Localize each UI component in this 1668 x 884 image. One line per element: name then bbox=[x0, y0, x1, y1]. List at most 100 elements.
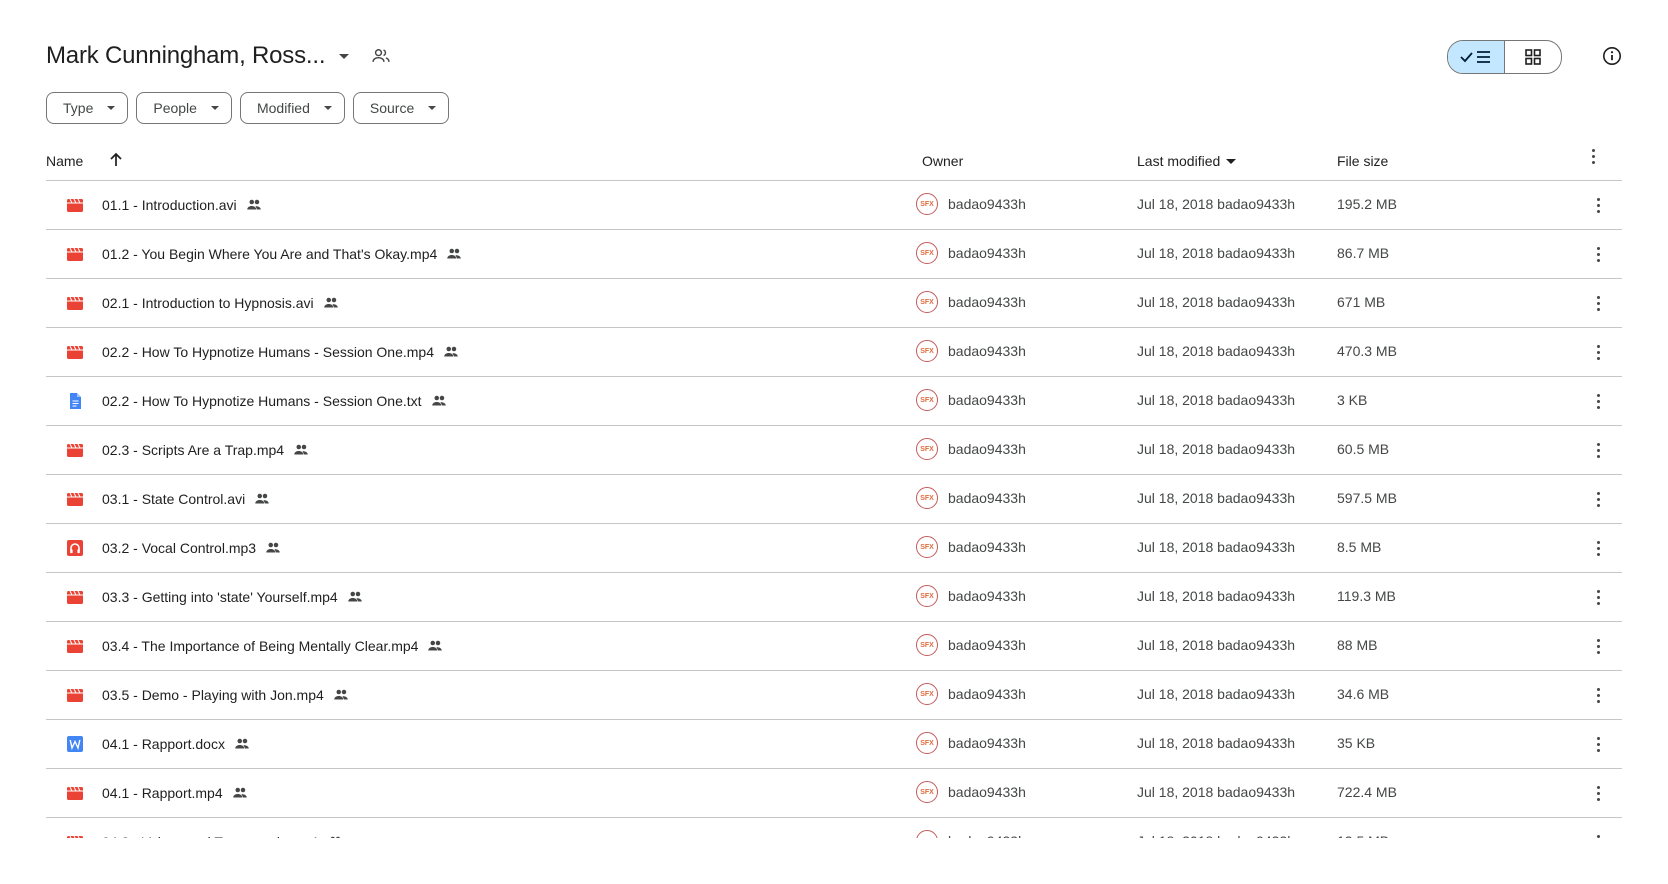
grid-view-button[interactable] bbox=[1505, 41, 1561, 73]
column-file-size[interactable]: File size bbox=[1337, 153, 1388, 169]
row-more-actions-button[interactable] bbox=[1586, 830, 1610, 838]
file-row[interactable]: 04.1 - Rapport.docx SFX badao9433h Jul 18, … bbox=[46, 720, 1622, 769]
manage-people-icon[interactable] bbox=[371, 46, 391, 66]
file-row[interactable]: 01.2 - You Begin Where You Are and That'… bbox=[46, 230, 1622, 279]
file-name-cell: 03.4 - The Importance of Being Mentally … bbox=[102, 637, 444, 655]
owner-name: badao9433h bbox=[948, 686, 1026, 702]
video-file-icon bbox=[66, 686, 84, 704]
folder-title[interactable]: Mark Cunningham, Ross... bbox=[46, 42, 326, 70]
file-row[interactable]: 03.4 - The Importance of Being Mentally … bbox=[46, 622, 1622, 671]
file-name-cell: 01.2 - You Begin Where You Are and That'… bbox=[102, 245, 463, 263]
file-name: 01.2 - You Begin Where You Are and That'… bbox=[102, 246, 438, 262]
row-more-actions-button[interactable] bbox=[1586, 683, 1610, 707]
file-row[interactable]: 02.3 - Scripts Are a Trap.mp4 SFX badao943… bbox=[46, 426, 1622, 475]
folder-title-group: Mark Cunningham, Ross... bbox=[46, 42, 391, 70]
owner-name: badao9433h bbox=[948, 392, 1026, 408]
sort-ascending-arrow-icon[interactable] bbox=[106, 150, 126, 170]
row-more-actions-button[interactable] bbox=[1586, 536, 1610, 560]
shared-people-icon bbox=[442, 343, 460, 361]
file-list-header: Name Owner Last modified File size bbox=[46, 142, 1622, 181]
last-modified: Jul 18, 2018 badao9433h bbox=[1137, 686, 1296, 702]
file-size: 195.2 MB bbox=[1337, 196, 1397, 212]
row-more-actions-button[interactable] bbox=[1586, 781, 1610, 805]
row-more-actions-button[interactable] bbox=[1586, 389, 1610, 413]
file-row[interactable]: 02.2 - How To Hypnotize Humans - Session… bbox=[46, 328, 1622, 377]
column-owner[interactable]: Owner bbox=[922, 153, 963, 169]
row-more-actions-button[interactable] bbox=[1586, 732, 1610, 756]
row-more-actions-button[interactable] bbox=[1586, 291, 1610, 315]
shared-people-icon bbox=[264, 539, 282, 557]
owner-name: badao9433h bbox=[948, 539, 1026, 555]
file-size: 88 MB bbox=[1337, 637, 1378, 653]
file-rows: 01.1 - Introduction.avi SFX badao9433h Jul … bbox=[46, 181, 1622, 838]
filter-people-chip[interactable]: People bbox=[136, 92, 232, 124]
folder-menu-caret-icon[interactable] bbox=[339, 53, 350, 59]
file-row[interactable]: 03.2 - Vocal Control.mp3 SFX badao9433h Jul… bbox=[46, 524, 1622, 573]
file-row[interactable]: 04.1 - Rapport.mp4 SFX badao9433h Jul 18, 2… bbox=[46, 769, 1622, 818]
file-row[interactable]: 04.2 - Values and Transwords.mp4 SFX badao… bbox=[46, 818, 1622, 838]
shared-people-icon bbox=[430, 392, 448, 410]
more-vert-icon bbox=[1596, 785, 1600, 801]
last-modified: Jul 18, 2018 badao9433h bbox=[1137, 441, 1296, 457]
column-options-button[interactable] bbox=[1592, 149, 1595, 164]
owner-name: badao9433h bbox=[948, 196, 1026, 212]
file-name: 01.1 - Introduction.avi bbox=[102, 197, 237, 213]
file-row[interactable]: 03.5 - Demo - Playing with Jon.mp4 SFX bad… bbox=[46, 671, 1622, 720]
more-vert-icon bbox=[1596, 540, 1600, 556]
chevron-down-icon bbox=[428, 106, 437, 110]
owner-name: badao9433h bbox=[948, 441, 1026, 457]
owner-avatar: SFX bbox=[916, 438, 938, 460]
file-size: 35 KB bbox=[1337, 735, 1376, 751]
shared-people-icon bbox=[231, 784, 249, 802]
file-name-cell: 03.1 - State Control.avi bbox=[102, 490, 271, 508]
chip-label: Type bbox=[63, 100, 94, 116]
video-file-icon bbox=[66, 637, 84, 655]
file-name: 03.5 - Demo - Playing with Jon.mp4 bbox=[102, 687, 324, 703]
file-row[interactable]: 02.1 - Introduction to Hypnosis.avi SFX ba… bbox=[46, 279, 1622, 328]
file-name: 02.2 - How To Hypnotize Humans - Session… bbox=[102, 344, 435, 360]
file-row[interactable]: 03.1 - State Control.avi SFX badao9433h Jul… bbox=[46, 475, 1622, 524]
row-more-actions-button[interactable] bbox=[1586, 585, 1610, 609]
details-info-button[interactable] bbox=[1596, 40, 1628, 72]
more-vert-icon bbox=[1596, 197, 1600, 213]
file-name-cell: 03.2 - Vocal Control.mp3 bbox=[102, 539, 282, 557]
list-view-button[interactable] bbox=[1448, 41, 1505, 73]
chip-label: People bbox=[153, 100, 197, 116]
column-last-modified[interactable]: Last modified bbox=[1137, 153, 1237, 169]
video-file-icon bbox=[66, 784, 84, 802]
last-modified: Jul 18, 2018 badao9433h bbox=[1137, 490, 1296, 506]
row-more-actions-button[interactable] bbox=[1586, 340, 1610, 364]
owner-avatar: SFX bbox=[916, 389, 938, 411]
video-file-icon bbox=[66, 833, 84, 838]
file-row[interactable]: 01.1 - Introduction.avi SFX badao9433h Jul … bbox=[46, 181, 1622, 230]
info-icon bbox=[1603, 47, 1621, 65]
last-modified: Jul 18, 2018 badao9433h bbox=[1137, 539, 1296, 555]
owner-avatar: SFX bbox=[916, 732, 938, 754]
file-name-cell: 04.2 - Values and Transwords.mp4 bbox=[102, 833, 344, 838]
owner-name: badao9433h bbox=[948, 294, 1026, 310]
owner-avatar: SFX bbox=[916, 193, 938, 215]
shared-people-icon bbox=[233, 735, 251, 753]
column-name[interactable]: Name bbox=[46, 153, 83, 169]
row-more-actions-button[interactable] bbox=[1586, 438, 1610, 462]
shared-people-icon bbox=[326, 833, 344, 838]
filter-type-chip[interactable]: Type bbox=[46, 92, 129, 124]
row-more-actions-button[interactable] bbox=[1586, 634, 1610, 658]
owner-name: badao9433h bbox=[948, 343, 1026, 359]
more-vert-icon bbox=[1596, 638, 1600, 654]
file-row[interactable]: 02.2 - How To Hypnotize Humans - Session… bbox=[46, 377, 1622, 426]
file-size: 8.5 MB bbox=[1337, 539, 1382, 555]
file-row[interactable]: 03.3 - Getting into 'state' Yourself.mp4… bbox=[46, 573, 1622, 622]
owner-avatar: SFX bbox=[916, 683, 938, 705]
chip-label: Source bbox=[369, 100, 415, 116]
owner-avatar: SFX bbox=[916, 536, 938, 558]
filter-modified-chip[interactable]: Modified bbox=[239, 92, 345, 124]
file-name-cell: 01.1 - Introduction.avi bbox=[102, 196, 263, 214]
row-more-actions-button[interactable] bbox=[1586, 242, 1610, 266]
row-more-actions-button[interactable] bbox=[1586, 193, 1610, 217]
owner-avatar: SFX bbox=[916, 291, 938, 313]
filter-source-chip[interactable]: Source bbox=[352, 92, 450, 124]
video-file-icon bbox=[66, 441, 84, 459]
row-more-actions-button[interactable] bbox=[1586, 487, 1610, 511]
owner-name: badao9433h bbox=[948, 784, 1026, 800]
